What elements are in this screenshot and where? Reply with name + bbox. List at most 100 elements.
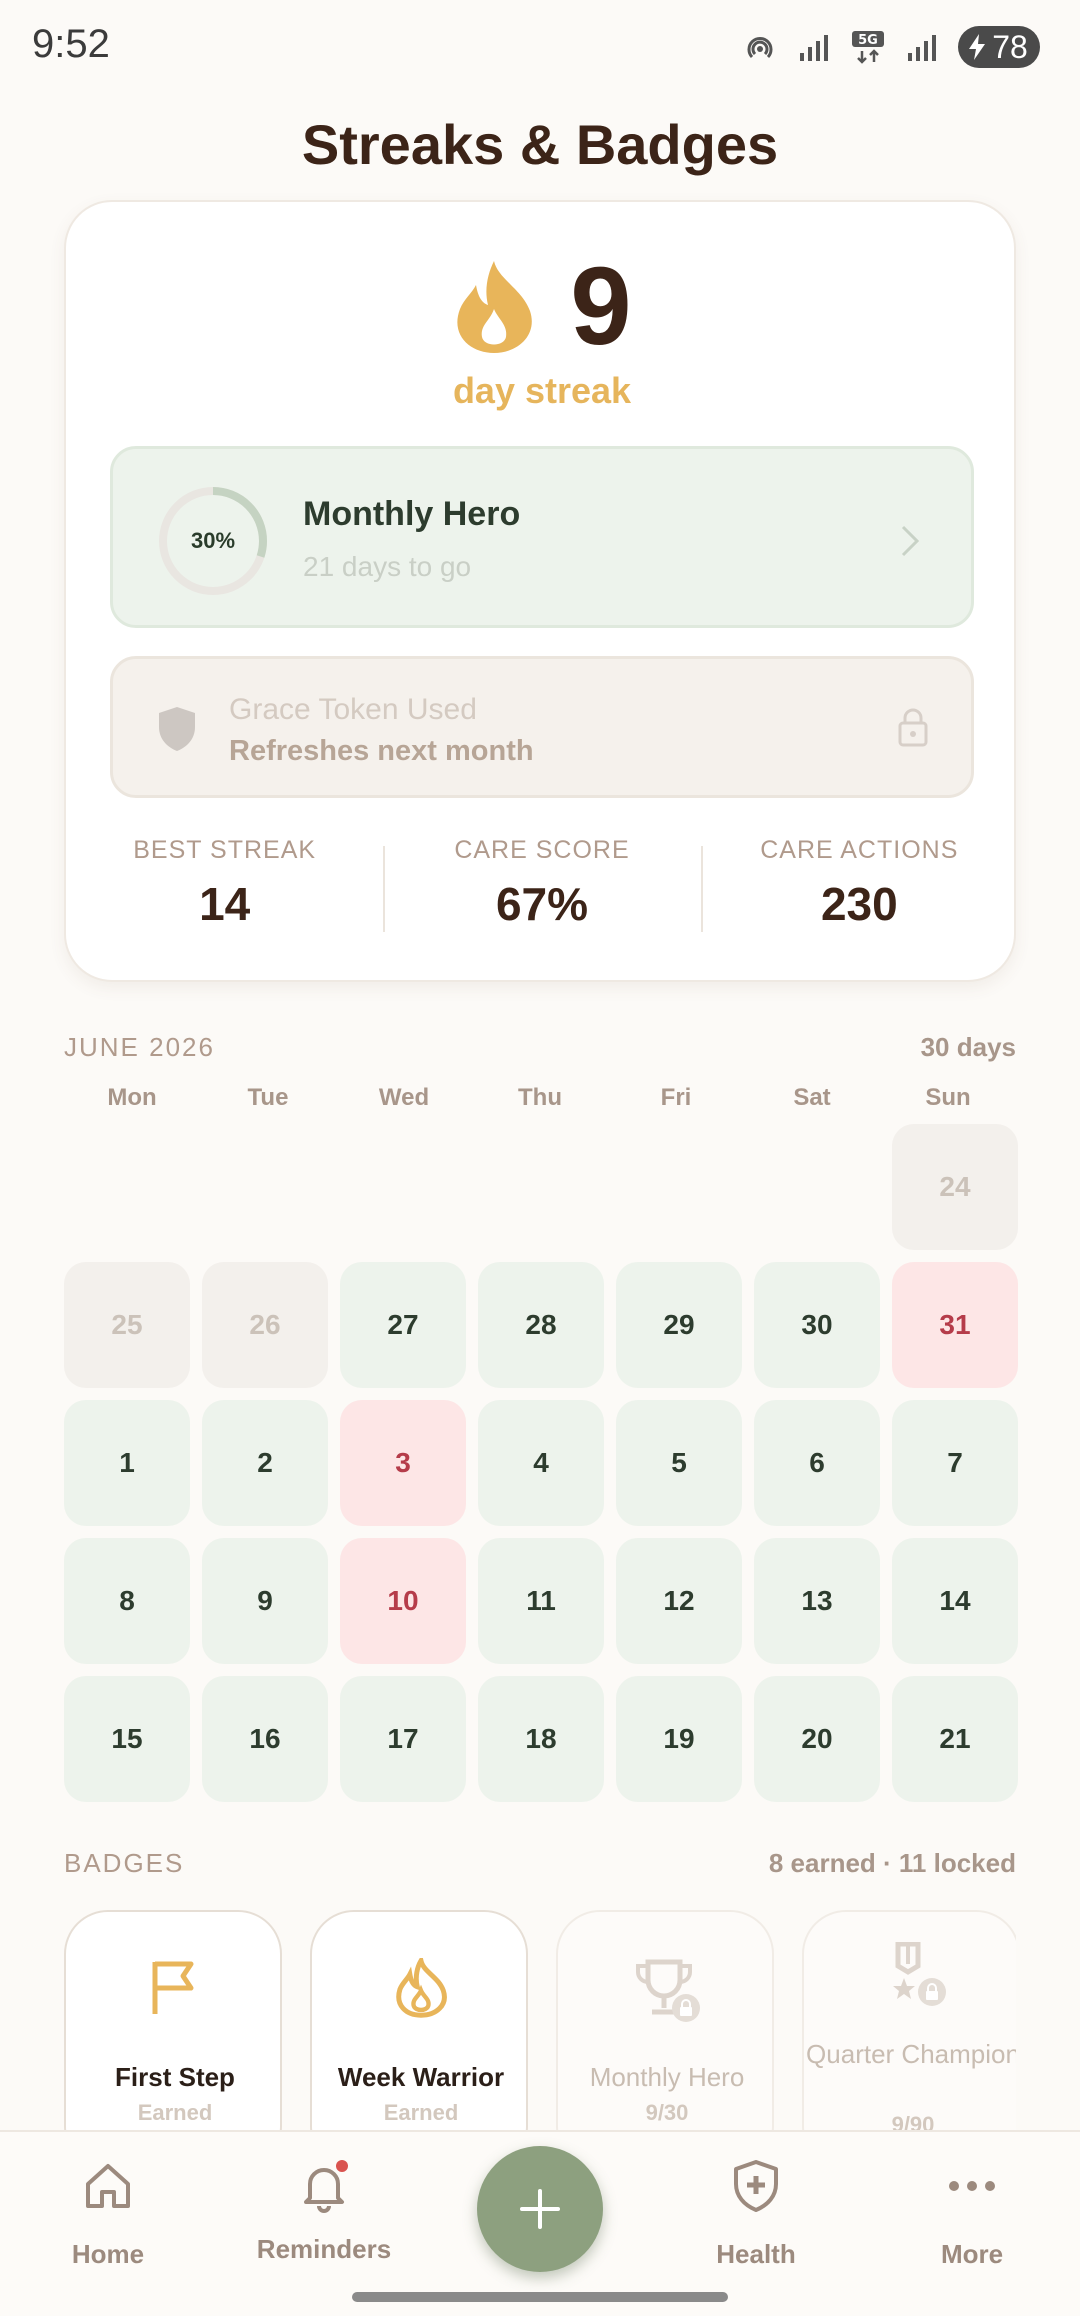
calendar-day[interactable]: 7: [892, 1400, 1018, 1526]
nav-reminders[interactable]: Reminders: [244, 2158, 404, 2265]
calendar-day[interactable]: 14: [892, 1538, 1018, 1664]
calendar-day[interactable]: 19: [616, 1676, 742, 1802]
badge-first-step[interactable]: First Step Earned: [64, 1910, 282, 2130]
calendar-day[interactable]: 21: [892, 1676, 1018, 1802]
home-icon: [86, 2164, 130, 2208]
stat-care-actions: CARE ACTIONS 230: [700, 832, 1018, 942]
weekday-label: Fri: [660, 1084, 692, 1111]
calendar-day[interactable]: 26: [202, 1262, 328, 1388]
nav-label: More: [940, 2239, 1004, 2269]
nav-home[interactable]: Home: [28, 2158, 188, 2270]
stat-label: BEST STREAK: [133, 836, 317, 864]
notification-dot: [336, 2160, 348, 2172]
calendar-day[interactable]: 13: [754, 1538, 880, 1664]
network-label: 5G: [858, 33, 878, 48]
flag-icon: [152, 1961, 194, 2014]
flame-icon: [457, 261, 533, 353]
badge-quarter-champion[interactable]: Quarter Champion 9/90: [802, 1910, 1016, 2130]
stat-value: 230: [820, 878, 898, 930]
nav-health[interactable]: Health: [676, 2158, 836, 2270]
calendar-day[interactable]: 6: [754, 1400, 880, 1526]
shield-plus-icon: [734, 2160, 778, 2212]
more-dots-icon: [949, 2181, 995, 2191]
nav-more[interactable]: More: [892, 2158, 1052, 2270]
goal-title: Monthly Hero: [303, 495, 521, 533]
calendar-day[interactable]: 10: [340, 1538, 466, 1664]
calendar-day[interactable]: 15: [64, 1676, 190, 1802]
stat-label: CARE SCORE: [454, 836, 630, 864]
nav-label: Health: [716, 2239, 796, 2269]
page-title: Streaks & Badges: [301, 113, 779, 176]
badge-status: 9/30: [645, 2100, 689, 2125]
calendar-day[interactable]: 29: [616, 1262, 742, 1388]
calendar-day[interactable]: 4: [478, 1400, 604, 1526]
progress-percent: 30%: [190, 528, 236, 553]
calendar-day[interactable]: 30: [754, 1262, 880, 1388]
badges-title: BADGES: [64, 1848, 185, 1878]
calendar-day[interactable]: 5: [616, 1400, 742, 1526]
bottom-nav: Home Reminders Health More: [0, 2130, 1080, 2316]
stat-best-streak: BEST STREAK 14: [66, 832, 383, 942]
calendar-day[interactable]: 16: [202, 1676, 328, 1802]
calendar-day[interactable]: 31: [892, 1262, 1018, 1388]
calendar-empty-cell: [616, 1124, 742, 1250]
trophy-icon: [636, 1959, 700, 2022]
badge-row: First Step Earned Week Warrior Earned Mo…: [64, 1910, 1016, 2130]
battery-indicator: 78: [958, 26, 1040, 68]
streak-row: 9: [66, 252, 1018, 362]
calendar-day[interactable]: 27: [340, 1262, 466, 1388]
calendar-header: JUNE 2026 30 days: [64, 1032, 1016, 1063]
weekday-label: Mon: [107, 1084, 157, 1111]
calendar-day[interactable]: 20: [754, 1676, 880, 1802]
weekday-labels: Mon Tue Wed Thu Fri Sat Sun: [64, 1084, 1016, 1112]
badge-name: Monthly Hero: [589, 2062, 745, 2092]
calendar-month: JUNE 2026: [64, 1032, 215, 1062]
calendar-day[interactable]: 17: [340, 1676, 466, 1802]
calendar-day[interactable]: 24: [892, 1124, 1018, 1250]
flame-icon: [396, 1958, 447, 2018]
add-button[interactable]: [477, 2146, 603, 2272]
calendar-day[interactable]: 2: [202, 1400, 328, 1526]
grace-subtitle: Refreshes next month: [229, 735, 534, 767]
weekday-label: Wed: [378, 1084, 430, 1111]
stat-label: CARE ACTIONS: [760, 836, 959, 864]
calendar-day[interactable]: 3: [340, 1400, 466, 1526]
network-5g-icon: 5G: [852, 31, 884, 64]
stat-value: 67%: [495, 878, 589, 930]
calendar-day[interactable]: 9: [202, 1538, 328, 1664]
lock-icon: [898, 708, 928, 747]
calendar-day[interactable]: 8: [64, 1538, 190, 1664]
home-indicator: [352, 2292, 728, 2302]
calendar-day[interactable]: 1: [64, 1400, 190, 1526]
calendar-grid: 24 25 26 27 28 29 30 31 1 2 3 4 5 6 7 8 9 10 11 12 13 14 15 16 1…: [64, 1124, 1018, 1802]
weekday-label: Tue: [247, 1084, 289, 1111]
calendar-day[interactable]: 12: [616, 1538, 742, 1664]
calendar-day[interactable]: 18: [478, 1676, 604, 1802]
weekday-label: Sat: [793, 1084, 831, 1111]
signal-icon: [800, 35, 828, 61]
nav-label: Home: [71, 2239, 145, 2269]
badges-header: BADGES 8 earned · 11 locked: [64, 1848, 1016, 1879]
calendar-empty-cell: [202, 1124, 328, 1250]
bell-icon: [296, 2158, 352, 2214]
badge-week-warrior[interactable]: Week Warrior Earned: [310, 1910, 528, 2130]
calendar-day[interactable]: 28: [478, 1262, 604, 1388]
badge-monthly-hero[interactable]: Monthly Hero 9/30: [556, 1910, 774, 2130]
status-bar: 9:52 5G 78: [0, 0, 1080, 90]
hotspot-icon: [747, 37, 773, 59]
grace-token[interactable]: Grace Token Used Refreshes next month: [110, 656, 974, 798]
monthly-hero-goal[interactable]: 30% Monthly Hero 21 days to go: [110, 446, 974, 628]
badge-name: First Step: [115, 2062, 235, 2092]
stats-row: BEST STREAK 14 CARE SCORE 67% CARE ACTIO…: [66, 832, 1018, 942]
plus-icon: [520, 2189, 560, 2229]
calendar-days-count: 30 days: [920, 1032, 1016, 1062]
chevron-right-icon: [901, 525, 920, 557]
streak-label: day streak: [452, 370, 632, 411]
stat-value: 14: [199, 878, 251, 930]
calendar-day[interactable]: 11: [478, 1538, 604, 1664]
calendar-day[interactable]: 25: [64, 1262, 190, 1388]
calendar-empty-cell: [754, 1124, 880, 1250]
nav-label: Reminders: [256, 2234, 392, 2264]
calendar-empty-cell: [340, 1124, 466, 1250]
calendar-empty-cell: [64, 1124, 190, 1250]
